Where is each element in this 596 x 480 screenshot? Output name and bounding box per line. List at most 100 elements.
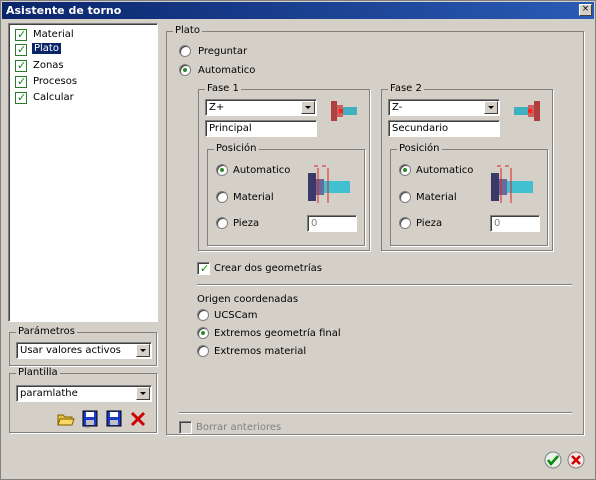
- parametros-select[interactable]: Usar valores activos: [16, 342, 152, 359]
- radio-selected-icon: [216, 164, 228, 176]
- borrar-anteriores-checkbox[interactable]: Borrar anteriores: [179, 421, 319, 435]
- chuck-z-plus-icon: [331, 101, 357, 121]
- fase1-pieza-field[interactable]: 0: [307, 215, 357, 232]
- checkbox-label: Crear dos geometrías: [214, 263, 322, 274]
- fase1-name-field[interactable]: Principal: [205, 120, 317, 137]
- position-diagram-icon: [491, 165, 533, 203]
- tree-item-calcular[interactable]: ✓ Calcular: [15, 91, 145, 106]
- radio-ucscam[interactable]: UCSCam: [197, 309, 337, 323]
- delete-icon[interactable]: [129, 410, 147, 428]
- checkbox-checked-icon: ✓: [15, 59, 27, 72]
- crear-dos-geometrias-checkbox[interactable]: ✓ Crear dos geometrías: [197, 262, 357, 276]
- tree-item-label: Plato: [32, 43, 61, 54]
- radio-icon: [179, 45, 191, 57]
- open-folder-icon[interactable]: [57, 410, 75, 428]
- plantilla-select[interactable]: paramlathe: [16, 385, 152, 402]
- tree-item-plato[interactable]: ✓ Plato: [15, 43, 145, 58]
- wizard-window: Asistente de torno × ✓ Material ✓ Plato …: [0, 0, 596, 480]
- radio-extremos-material[interactable]: Extremos material: [197, 345, 337, 359]
- svg-text:...: ...: [85, 424, 90, 428]
- radio-icon: [216, 191, 228, 203]
- tree-item-procesos[interactable]: ✓ Procesos: [15, 75, 145, 90]
- origen-coordenadas-label: Origen coordenadas: [197, 294, 299, 305]
- parametros-label: Parámetros: [16, 326, 77, 337]
- fase2-pieza-value: 0: [494, 218, 501, 229]
- tree-item-label: Procesos: [33, 76, 78, 87]
- radio-label: Extremos geometría final: [214, 328, 341, 339]
- cancel-x-icon[interactable]: [567, 451, 585, 469]
- tree-item-label: Material: [33, 29, 74, 40]
- posicion-label: Posición: [214, 143, 259, 154]
- fase1-radio-automatico[interactable]: Automatico: [216, 164, 306, 178]
- fase2-radio-material[interactable]: Material: [399, 191, 489, 205]
- chevron-down-icon[interactable]: [136, 344, 150, 357]
- fase2-direction-value: Z-: [392, 102, 403, 113]
- tree-item-label: Calcular: [33, 92, 74, 103]
- checkbox-checked-icon: ✓: [15, 75, 27, 88]
- fase1-direction-value: Z+: [209, 102, 225, 113]
- window-title: Asistente de torno: [6, 4, 122, 17]
- radio-automatico[interactable]: Automatico: [179, 64, 279, 78]
- fase1-pieza-value: 0: [311, 218, 318, 229]
- chuck-z-minus-icon: [514, 101, 540, 121]
- chevron-down-icon[interactable]: [136, 387, 150, 400]
- tree-item-zonas[interactable]: ✓ Zonas: [15, 59, 145, 74]
- checkbox-disabled-icon: [179, 421, 192, 434]
- fase1-group: Fase 1 Z+ Principal Posición Automatico: [198, 83, 370, 251]
- radio-label: Pieza: [233, 218, 260, 229]
- position-diagram-icon: [308, 165, 350, 203]
- radio-label: Automatico: [198, 65, 256, 76]
- divider: [179, 412, 572, 414]
- checkbox-checked-icon: ✓: [197, 262, 210, 275]
- save-as-icon[interactable]: [105, 410, 123, 428]
- chevron-down-icon[interactable]: [301, 101, 315, 114]
- parametros-group: Parámetros Usar valores activos: [9, 326, 157, 366]
- radio-icon: [216, 217, 228, 229]
- ok-check-icon[interactable]: [544, 451, 562, 469]
- plato-label: Plato: [173, 25, 202, 36]
- plato-group: Plato Preguntar Automatico Fase 1 Z+ Pri: [166, 25, 584, 435]
- fase1-posicion-group: Posición Automatico Material Pieza 0: [207, 143, 365, 246]
- divider: [197, 284, 572, 286]
- radio-extremos-geometria-final[interactable]: Extremos geometría final: [197, 327, 357, 341]
- fase2-radio-automatico[interactable]: Automatico: [399, 164, 489, 178]
- radio-icon: [197, 345, 209, 357]
- parametros-value: Usar valores activos: [20, 345, 121, 356]
- radio-label: Automatico: [416, 165, 474, 176]
- chevron-down-icon[interactable]: [484, 101, 498, 114]
- close-button[interactable]: ×: [579, 4, 592, 16]
- radio-label: UCSCam: [214, 310, 258, 321]
- plantilla-label: Plantilla: [16, 367, 60, 378]
- plantilla-group: Plantilla paramlathe ...: [9, 367, 157, 433]
- tree-item-label: Zonas: [33, 60, 64, 71]
- radio-label: Preguntar: [198, 46, 248, 57]
- radio-label: Material: [416, 192, 457, 203]
- fase2-pieza-field[interactable]: 0: [490, 215, 540, 232]
- step-tree: ✓ Material ✓ Plato ✓ Zonas ✓ Procesos ✓ …: [8, 23, 158, 322]
- radio-label: Automatico: [233, 165, 291, 176]
- fase2-posicion-group: Posición Automatico Material Pieza 0: [390, 143, 548, 246]
- radio-selected-icon: [197, 327, 209, 339]
- checkbox-label: Borrar anteriores: [196, 422, 282, 433]
- radio-icon: [399, 191, 411, 203]
- fase1-label: Fase 1: [205, 83, 241, 94]
- fase2-direction-select[interactable]: Z-: [388, 99, 500, 116]
- fase1-direction-select[interactable]: Z+: [205, 99, 317, 116]
- fase1-radio-material[interactable]: Material: [216, 191, 306, 205]
- title-bar: Asistente de torno ×: [2, 2, 594, 19]
- radio-selected-icon: [399, 164, 411, 176]
- fase2-radio-pieza[interactable]: Pieza: [399, 217, 489, 231]
- radio-icon: [197, 309, 209, 321]
- fase2-label: Fase 2: [388, 83, 424, 94]
- radio-icon: [399, 217, 411, 229]
- fase2-name-value: Secundario: [392, 123, 449, 134]
- fase1-radio-pieza[interactable]: Pieza: [216, 217, 306, 231]
- radio-preguntar[interactable]: Preguntar: [179, 45, 279, 59]
- checkbox-checked-icon: ✓: [15, 43, 27, 56]
- fase2-name-field[interactable]: Secundario: [388, 120, 500, 137]
- save-icon[interactable]: ...: [81, 410, 99, 428]
- plantilla-value: paramlathe: [20, 388, 78, 399]
- posicion-label: Posición: [397, 143, 442, 154]
- checkbox-checked-icon: ✓: [15, 91, 27, 104]
- tree-item-material[interactable]: ✓ Material: [15, 28, 145, 43]
